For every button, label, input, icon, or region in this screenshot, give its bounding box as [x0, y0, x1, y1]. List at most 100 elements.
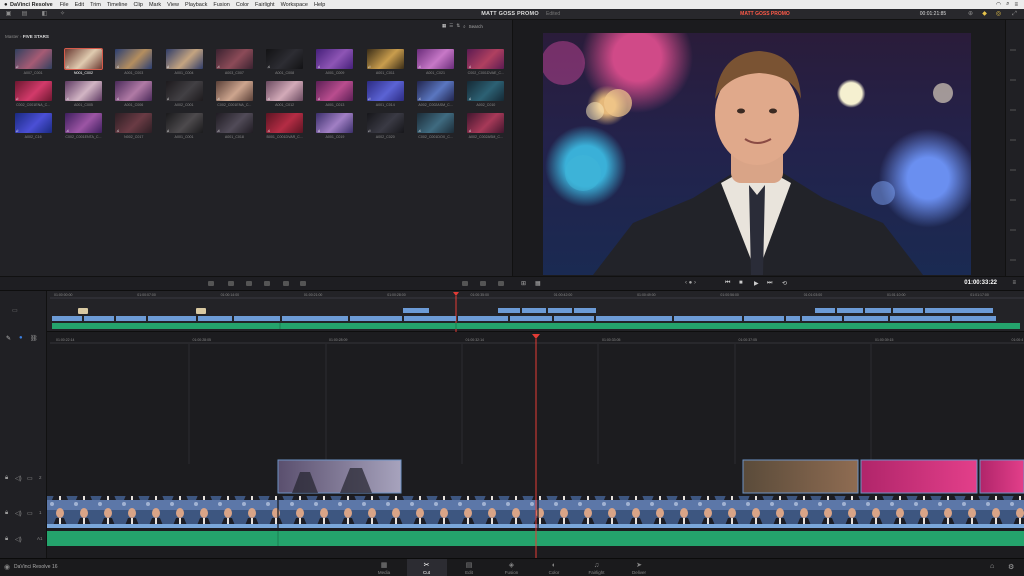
- media-clip[interactable]: ♫ A003_C007: [209, 49, 259, 75]
- page-tab-color[interactable]: ◐ Color: [534, 559, 574, 576]
- media-pool-toggle-icon[interactable]: ▣: [4, 11, 13, 18]
- menu-view[interactable]: View: [167, 2, 179, 8]
- search-label[interactable]: Search: [469, 24, 483, 29]
- media-clip[interactable]: ♫ A001_C011: [360, 49, 410, 75]
- clip-thumbnail[interactable]: ♫: [215, 49, 253, 69]
- clip-thumbnail[interactable]: ♫: [316, 49, 354, 69]
- media-clip[interactable]: ♫ A001_C012: [259, 81, 309, 107]
- clip-thumbnail[interactable]: ♫: [14, 49, 52, 69]
- media-clip[interactable]: ♫ C002_C001DOX_C...: [410, 113, 460, 139]
- clip-thumbnail[interactable]: ♫: [366, 49, 404, 69]
- menu-fusion[interactable]: Fusion: [213, 2, 230, 8]
- menu-playback[interactable]: Playback: [185, 2, 207, 8]
- media-clip[interactable]: ♫ A001_C003: [109, 49, 159, 75]
- page-tab-deliver[interactable]: ➤ Deliver: [619, 559, 659, 576]
- grid-view-icon[interactable]: ▦: [442, 23, 446, 29]
- media-clip[interactable]: ♫ A001_C006: [109, 81, 159, 107]
- media-clip[interactable]: ♫ A002_C16: [8, 113, 58, 139]
- media-clip[interactable]: ♫ N002_C017: [109, 113, 159, 139]
- media-clip[interactable]: ♫ A002_C002ASM_C...: [461, 113, 511, 139]
- clip-thumbnail[interactable]: ♫: [64, 81, 102, 101]
- media-clip[interactable]: ♫ A002_C001: [159, 81, 209, 107]
- menu-help[interactable]: Help: [314, 2, 325, 8]
- menu-file[interactable]: File: [60, 2, 69, 8]
- sort-icon[interactable]: ⇅: [456, 23, 460, 29]
- transitions-icon[interactable]: ◧: [40, 11, 49, 18]
- clip-thumbnail[interactable]: ♫: [417, 113, 455, 133]
- media-clip[interactable]: ♫ A007_C001: [8, 49, 58, 75]
- clip-thumbnail[interactable]: ♫: [215, 113, 253, 133]
- clip-thumbnail[interactable]: ♫: [417, 49, 455, 69]
- clip-thumbnail[interactable]: ♫: [63, 48, 103, 70]
- media-clip[interactable]: ♫ A001_C018: [209, 113, 259, 139]
- fullscreen-icon[interactable]: ⤢: [1010, 11, 1019, 18]
- media-clip[interactable]: ♫ C002_C001ENTA_C...: [58, 113, 108, 139]
- media-clip[interactable]: ♫ B001_C001DVAR_C...: [259, 113, 309, 139]
- media-clip[interactable]: ♫ A001_C014: [360, 81, 410, 107]
- menu-trim[interactable]: Trim: [90, 2, 101, 8]
- menu-workspace[interactable]: Workspace: [281, 2, 308, 8]
- clip-thumbnail[interactable]: ♫: [266, 113, 304, 133]
- media-clip[interactable]: ♫ A001_C001: [159, 113, 209, 139]
- list-view-icon[interactable]: ☰: [449, 23, 453, 29]
- menu-clip[interactable]: Clip: [133, 2, 142, 8]
- menu-icon[interactable]: ≡: [1012, 280, 1016, 286]
- clip-thumbnail[interactable]: ♫: [14, 113, 52, 133]
- search-icon[interactable]: ⌕: [1006, 1, 1009, 8]
- media-clip[interactable]: ♫ A002_C010: [461, 81, 511, 107]
- media-clip[interactable]: ♫ N001_C002: [58, 48, 108, 75]
- page-tab-cut[interactable]: ✂ Cut: [406, 559, 447, 576]
- clip-thumbnail[interactable]: ♫: [417, 81, 455, 101]
- settings-icon[interactable]: ⚙: [1008, 563, 1014, 571]
- menu-timeline[interactable]: Timeline: [107, 2, 128, 8]
- breadcrumb[interactable]: Master › FIVE STARS: [5, 34, 49, 39]
- media-clip[interactable]: ♫ A001_C009: [310, 49, 360, 75]
- page-tab-fusion[interactable]: ◈ Fusion: [492, 559, 532, 576]
- media-clip[interactable]: ♫ A001_C005: [58, 81, 108, 107]
- clip-thumbnail[interactable]: ♫: [64, 113, 102, 133]
- page-tab-media[interactable]: ▦ Media: [364, 559, 404, 576]
- clip-thumbnail[interactable]: ♫: [215, 81, 253, 101]
- play-icon[interactable]: ▶: [754, 280, 759, 287]
- jog-icon[interactable]: ‹ ● ›: [685, 280, 696, 286]
- loop-icon[interactable]: ⟲: [782, 280, 787, 287]
- clip-thumbnail[interactable]: ♫: [165, 113, 203, 133]
- menu-list-icon[interactable]: ≡: [1014, 2, 1018, 8]
- media-clip[interactable]: ♫ A002_C002ASM_C...: [410, 81, 460, 107]
- upper-timeline[interactable]: ▭ 01:00:00:00 01:00:07:00 01:00:14:00 01:00…: [0, 290, 1024, 333]
- media-clip[interactable]: ♫ C002_C001ENA_C...: [8, 81, 58, 107]
- media-clip[interactable]: ♫ A001_C004: [159, 49, 209, 75]
- clip-thumbnail[interactable]: ♫: [467, 49, 505, 69]
- media-clip[interactable]: ♫ C002_C001DVAE_C...: [461, 49, 511, 75]
- clip-thumbnail[interactable]: ♫: [366, 81, 404, 101]
- clip-thumbnail[interactable]: ♫: [14, 81, 52, 101]
- lower-timeline[interactable]: ✎ ● ⛓ 🔒︎ ◁) ▭ 2 🔒︎ ◁) ▭ 1 🔒︎ ◁) A1 01:00…: [0, 332, 1024, 558]
- scopes-icon[interactable]: ▦: [535, 280, 541, 287]
- media-clip[interactable]: ♫ A001_C008: [259, 49, 309, 75]
- clip-thumbnail[interactable]: ♫: [366, 113, 404, 133]
- clip-thumbnail[interactable]: ♫: [115, 81, 153, 101]
- effects-icon[interactable]: ✧: [58, 11, 67, 18]
- clip-thumbnail[interactable]: ♫: [467, 113, 505, 133]
- menu-mark[interactable]: Mark: [149, 2, 161, 8]
- menu-app-name[interactable]: DaVinci Resolve: [10, 2, 53, 8]
- go-to-end-icon[interactable]: ⏭: [767, 280, 772, 287]
- media-clip[interactable]: ♫ A001_C019: [310, 113, 360, 139]
- page-tab-edit[interactable]: ▤ Edit: [449, 559, 489, 576]
- clip-thumbnail[interactable]: ♫: [266, 81, 304, 101]
- clip-thumbnail[interactable]: ♫: [115, 113, 153, 133]
- source-tape-icon[interactable]: ⊞: [521, 280, 526, 287]
- viewer-frame[interactable]: [543, 33, 971, 275]
- menu-color[interactable]: Color: [236, 2, 249, 8]
- clip-thumbnail[interactable]: ♫: [165, 81, 203, 101]
- media-clip[interactable]: ♫ A002_C020: [360, 113, 410, 139]
- page-tab-fairlight[interactable]: ♫ Fairlight: [577, 559, 617, 576]
- menu-fairlight[interactable]: Fairlight: [255, 2, 275, 8]
- breadcrumb-current[interactable]: FIVE STARS: [23, 34, 49, 39]
- media-clip[interactable]: ♫ A001_C021: [410, 49, 460, 75]
- stop-icon[interactable]: ■: [739, 280, 743, 286]
- media-clip[interactable]: ♫ A001_C013: [310, 81, 360, 107]
- go-to-start-icon[interactable]: ⏮: [725, 280, 730, 287]
- menu-edit[interactable]: Edit: [75, 2, 84, 8]
- search-icon[interactable]: ⌕: [463, 24, 466, 29]
